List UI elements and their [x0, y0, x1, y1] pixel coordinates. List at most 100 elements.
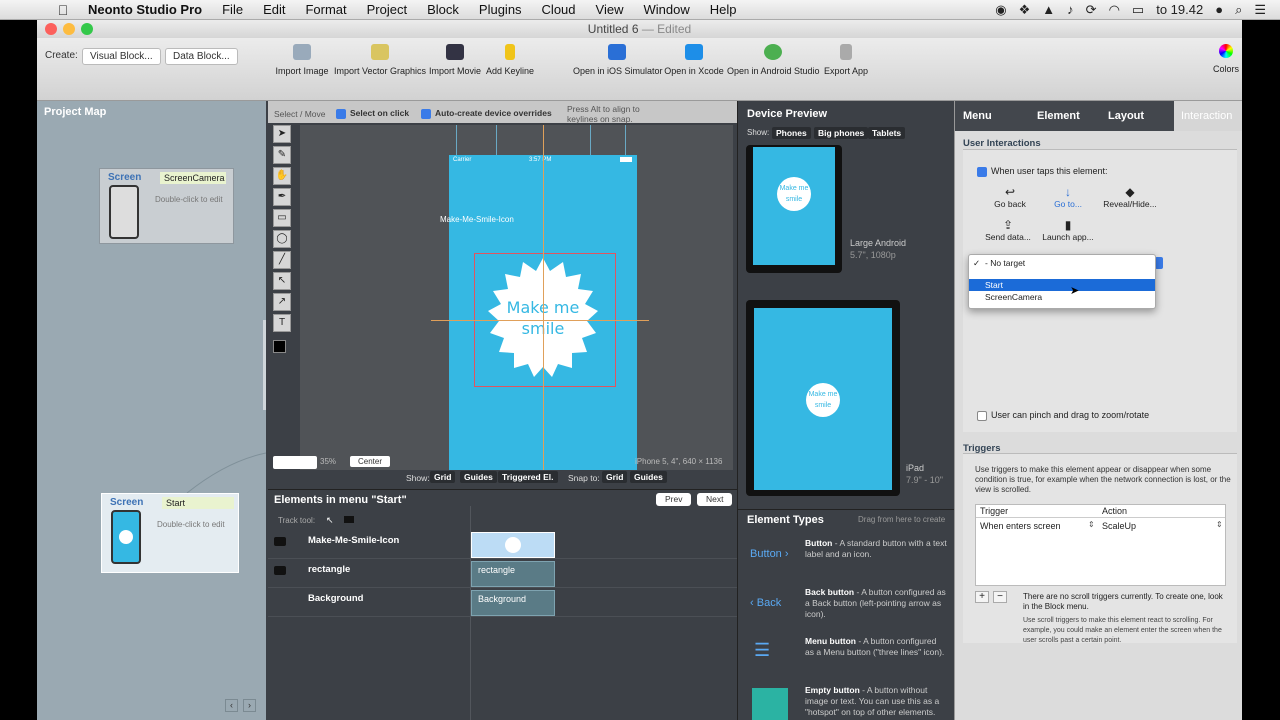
pointer-tool-icon[interactable]: ➤	[273, 125, 291, 143]
color-swatch[interactable]	[273, 340, 292, 359]
camera-icon[interactable]	[274, 537, 286, 546]
show-guides-toggle[interactable]: Guides	[460, 471, 497, 483]
horizontal-guide[interactable]	[431, 320, 649, 321]
dropbox-icon[interactable]: ❖	[1019, 2, 1031, 18]
import-vector-button[interactable]: Import Vector Graphics	[333, 44, 427, 76]
snap-grid-toggle[interactable]: Grid	[602, 471, 628, 483]
action-select[interactable]: ScaleUp	[1102, 521, 1136, 531]
element-type-empty-button[interactable]: Empty button - A button without image or…	[738, 685, 955, 720]
menu-plugins[interactable]: Plugins	[469, 2, 532, 17]
zoom-window-button[interactable]	[81, 23, 93, 35]
export-app-button[interactable]: Export App	[823, 44, 869, 76]
element-row[interactable]: Background Background	[268, 588, 737, 617]
ellipse-tool-icon[interactable]: ◯	[273, 230, 291, 248]
menu-view[interactable]: View	[586, 2, 634, 17]
record-icon[interactable]: ◉	[995, 2, 1006, 18]
dropdown-option-start[interactable]: Start	[969, 279, 1155, 291]
launch-app-action[interactable]: ▮ Launch app...	[1041, 218, 1095, 242]
go-to-action[interactable]: ↓ Go to...	[1047, 185, 1089, 209]
filter-tablets[interactable]: Tablets	[868, 127, 906, 139]
close-window-button[interactable]	[45, 23, 57, 35]
filter-phones[interactable]: Phones	[772, 127, 811, 139]
open-xcode-button[interactable]: Open in Xcode	[664, 44, 724, 76]
pinch-zoom-checkbox[interactable]: User can pinch and drag to zoom/rotate	[977, 410, 1149, 421]
prev-button[interactable]: Prev	[656, 493, 692, 506]
go-back-action[interactable]: ↩ Go back	[989, 185, 1031, 209]
menu-project[interactable]: Project	[357, 2, 417, 17]
screen-card-start[interactable]: Screen Start Double-click to edit	[101, 493, 239, 573]
direct-select-tool-icon[interactable]: ↖	[273, 272, 291, 290]
panel-scrollbar[interactable]	[263, 320, 266, 410]
element-row[interactable]: Make-Me-Smile-Icon	[268, 530, 737, 559]
rectangle-tool-icon[interactable]: ▭	[273, 209, 291, 227]
menu-help[interactable]: Help	[700, 2, 747, 17]
when-taps-checkbox[interactable]: When user taps this element:	[977, 166, 1108, 177]
show-triggered-toggle[interactable]: Triggered El.	[498, 471, 558, 483]
open-android-studio-button[interactable]: Open in Android Studio	[727, 44, 820, 76]
menu-block[interactable]: Block	[417, 2, 469, 17]
menu-window[interactable]: Window	[633, 2, 699, 17]
menu-cloud[interactable]: Cloud	[532, 2, 586, 17]
timeline-bar[interactable]	[471, 532, 555, 558]
minimize-window-button[interactable]	[63, 23, 75, 35]
trigger-select[interactable]: When enters screen	[980, 521, 1061, 531]
column-header-action[interactable]: Action	[1102, 506, 1127, 516]
text-tool-icon[interactable]: T	[273, 314, 291, 332]
import-movie-button[interactable]: Import Movie	[429, 44, 481, 76]
sync-icon[interactable]: ⟳	[1086, 2, 1097, 18]
tab-menu[interactable]: Menu	[963, 101, 992, 131]
show-grid-toggle[interactable]: Grid	[430, 471, 456, 483]
vertical-guide[interactable]	[543, 125, 544, 470]
timeline-bar[interactable]: rectangle	[471, 561, 555, 587]
chevron-updown-icon[interactable]: ⇕	[1088, 520, 1095, 529]
next-button[interactable]: Next	[697, 493, 733, 506]
target-select-stepper[interactable]	[1155, 257, 1163, 269]
data-block-button[interactable]: Data Block...	[165, 48, 238, 65]
notification-icon[interactable]: ♪	[1067, 2, 1074, 17]
menu-format[interactable]: Format	[295, 2, 356, 17]
path-select-tool-icon[interactable]: ↗	[273, 293, 291, 311]
battery-icon[interactable]: ▭	[1132, 2, 1144, 18]
screen-card-screencamera[interactable]: Screen ScreenCamera Double-click to edit	[99, 168, 234, 244]
tab-element[interactable]: Element	[1037, 101, 1080, 131]
remove-trigger-button[interactable]: −	[993, 591, 1007, 603]
preview-large-android[interactable]: Make me smile	[746, 145, 842, 273]
add-keyline-button[interactable]: Add Keyline	[485, 44, 535, 76]
element-type-button[interactable]: Button › Button - A standard button with…	[738, 538, 955, 586]
notification-center-icon[interactable]: ☰	[1254, 2, 1266, 18]
reveal-hide-action[interactable]: ◆ Reveal/Hide...	[1099, 185, 1161, 209]
scroll-right-icon[interactable]: ›	[243, 699, 256, 712]
dropdown-option-screencamera[interactable]: ScreenCamera	[969, 291, 1155, 303]
chevron-updown-icon[interactable]: ⇕	[1216, 520, 1223, 529]
column-header-trigger[interactable]: Trigger	[980, 506, 1008, 516]
menu-file[interactable]: File	[212, 2, 253, 17]
wifi-icon[interactable]: ◠	[1109, 2, 1120, 18]
center-button[interactable]: Center	[350, 456, 391, 467]
clock-text[interactable]: to 19.42	[1156, 2, 1203, 17]
table-row[interactable]: When enters screen ⇕ ScaleUp ⇕	[976, 520, 1225, 534]
scroll-left-icon[interactable]: ‹	[225, 699, 238, 712]
add-trigger-button[interactable]: +	[975, 591, 989, 603]
select-on-click-checkbox[interactable]: Select on click	[336, 108, 409, 119]
visual-block-button[interactable]: Visual Block...	[82, 48, 161, 65]
design-canvas[interactable]: Carrier 3:57 PM Make me smile Make-Me-Sm…	[300, 125, 733, 470]
tab-layout[interactable]: Layout	[1108, 101, 1144, 131]
snap-guides-toggle[interactable]: Guides	[630, 471, 667, 483]
pen-tool-icon[interactable]: ✒	[273, 188, 291, 206]
track-pointer-icon[interactable]: ↖	[326, 515, 334, 526]
menu-edit[interactable]: Edit	[253, 2, 295, 17]
tab-interaction[interactable]: Interaction	[1174, 101, 1242, 131]
element-type-menu-button[interactable]: ☰ Menu button - A button configured as a…	[738, 636, 955, 684]
send-data-action[interactable]: ⇪ Send data...	[983, 218, 1033, 242]
open-ios-simulator-button[interactable]: Open in iOS Simulator	[573, 44, 663, 76]
import-image-button[interactable]: Import Image	[275, 44, 329, 76]
apple-menu-icon[interactable]: 	[48, 2, 78, 18]
element-type-back-button[interactable]: ‹ Back Back button - A button configured…	[738, 587, 955, 635]
preview-ipad[interactable]: Make me smile	[746, 300, 900, 496]
pin-tool-icon[interactable]: ✎	[273, 146, 291, 164]
zoom-select[interactable]	[273, 456, 317, 469]
element-row[interactable]: rectangle rectangle	[268, 559, 737, 588]
hand-tool-icon[interactable]: ✋	[273, 167, 291, 185]
menu-app[interactable]: Neonto Studio Pro	[78, 2, 212, 17]
camera-icon[interactable]	[274, 566, 286, 575]
